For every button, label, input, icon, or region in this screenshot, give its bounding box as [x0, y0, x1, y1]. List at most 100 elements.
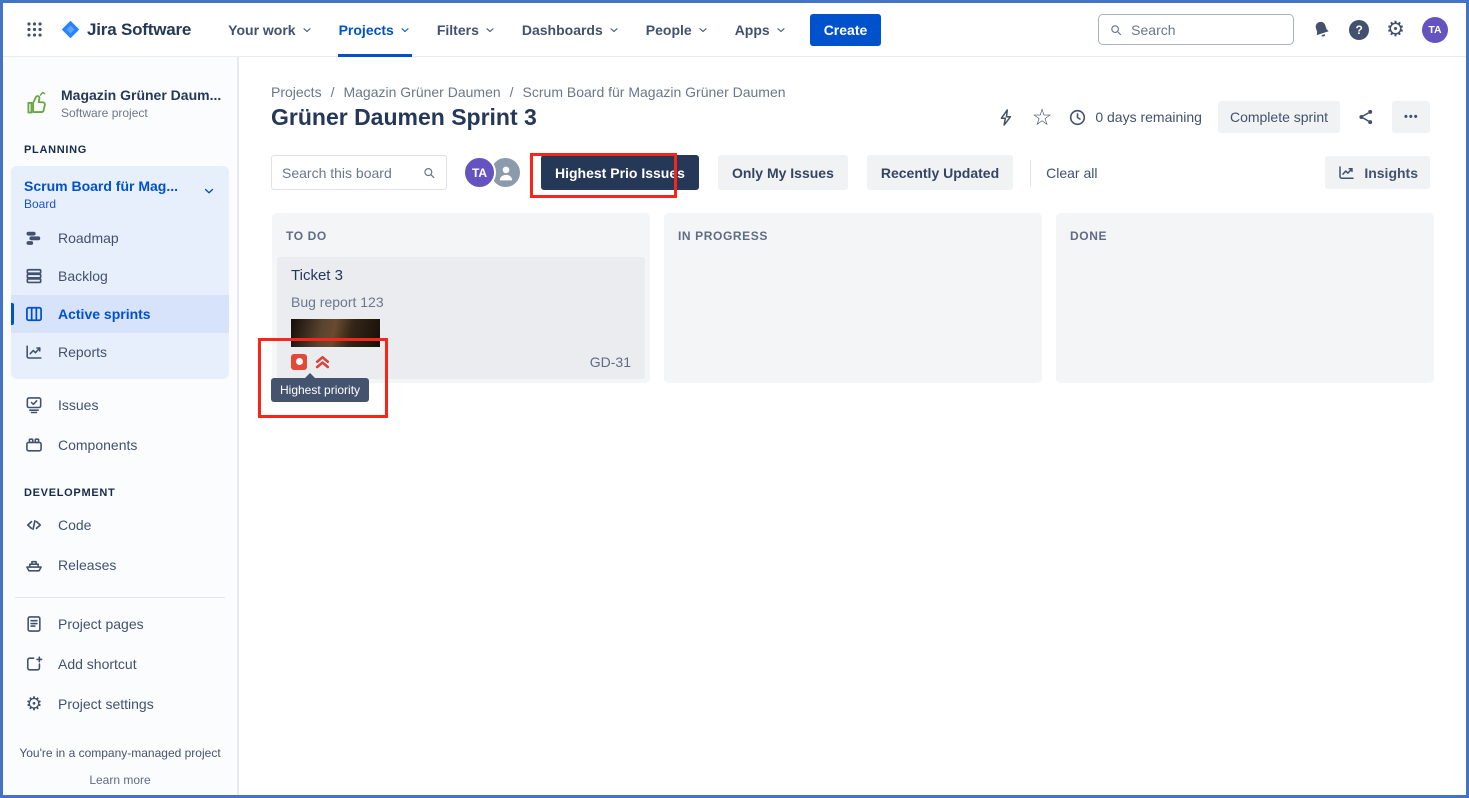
card-footer: GD-31 — [291, 353, 631, 370]
global-search-input[interactable] — [1131, 22, 1283, 38]
sidebar-item-project-pages[interactable]: Project pages — [11, 604, 229, 644]
board-columns-icon — [24, 304, 44, 324]
column-header: TO DO — [276, 217, 646, 253]
share-icon[interactable] — [1356, 107, 1376, 127]
sidebar-item-releases[interactable]: Releases — [11, 545, 229, 585]
chevron-down-icon — [484, 24, 496, 36]
column-done: DONE — [1056, 213, 1434, 383]
assignee-avatar-ta[interactable]: TA — [463, 156, 496, 189]
issue-key: GD-31 — [590, 354, 631, 370]
breadcrumb-projects[interactable]: Projects — [271, 84, 322, 100]
planning-section-label: PLANNING — [3, 144, 237, 156]
sidebar-item-label: Components — [58, 437, 137, 453]
chevron-down-icon — [301, 24, 313, 36]
chevron-down-icon — [608, 24, 620, 36]
more-actions-button[interactable]: ••• — [1392, 101, 1430, 133]
insights-button[interactable]: Insights — [1325, 156, 1430, 189]
sidebar-item-label: Backlog — [58, 268, 108, 284]
create-button[interactable]: Create — [810, 14, 882, 46]
settings-gear-icon[interactable]: ⚙ — [1386, 19, 1405, 40]
quick-filter-only-my-issues[interactable]: Only My Issues — [718, 155, 848, 190]
sidebar-item-components[interactable]: Components — [11, 425, 229, 465]
complete-sprint-button[interactable]: Complete sprint — [1218, 101, 1340, 133]
planning-group: Scrum Board für Mag... Board Roadmap Bac… — [11, 166, 229, 379]
search-icon — [422, 165, 437, 181]
nav-projects[interactable]: Projects — [326, 3, 424, 57]
sidebar-item-backlog[interactable]: Backlog — [11, 257, 229, 295]
board-selector-title: Scrum Board für Mag... — [24, 178, 178, 194]
backlog-icon — [24, 266, 44, 286]
highest-priority-icon[interactable] — [314, 353, 331, 370]
pages-doc-icon — [24, 614, 44, 634]
learn-more-link[interactable]: Learn more — [89, 773, 150, 787]
notifications-bell-icon[interactable] — [1311, 19, 1332, 40]
managed-project-note: You're in a company-managed project — [19, 746, 220, 760]
bug-dot — [296, 358, 303, 365]
card-attachment-thumbnail — [291, 319, 380, 347]
issue-card[interactable]: Ticket 3 Bug report 123 GD-31 — [277, 257, 645, 379]
development-section-label: DEVELOPMENT — [3, 487, 237, 499]
breadcrumb-board-name[interactable]: Scrum Board für Magazin Grüner Daumen — [523, 84, 786, 100]
quick-filter-recently-updated[interactable]: Recently Updated — [867, 155, 1013, 190]
sidebar-footer: You're in a company-managed project Lear… — [3, 746, 237, 787]
automation-lightning-icon[interactable] — [997, 108, 1016, 127]
breadcrumb-project-name[interactable]: Magazin Grüner Daumen — [343, 84, 500, 100]
sidebar-divider — [15, 597, 225, 598]
sidebar-item-active-sprints[interactable]: Active sprints — [11, 295, 229, 333]
nav-dashboards[interactable]: Dashboards — [509, 3, 633, 57]
jira-window: Jira Software Your work Projects Filters… — [0, 0, 1469, 798]
sidebar-item-project-settings[interactable]: ⚙ Project settings — [11, 684, 229, 724]
nav-apps[interactable]: Apps — [722, 3, 800, 57]
sidebar-item-label: Project settings — [58, 696, 154, 712]
chevron-down-icon[interactable] — [202, 184, 216, 198]
column-todo: TO DO Ticket 3 Bug report 123 GD-31 — [272, 213, 650, 383]
quick-filter-highest-prio[interactable]: Highest Prio Issues — [541, 155, 699, 190]
column-in-progress: IN PROGRESS — [664, 213, 1042, 383]
nav-your-work[interactable]: Your work — [215, 3, 325, 57]
filter-bar: TA Highest Prio Issues Only My Issues Re… — [271, 155, 1430, 190]
assignee-avatars: TA — [463, 156, 522, 189]
board-main: Projects / Magazin Grüner Daumen / Scrum… — [239, 57, 1466, 795]
sidebar-item-add-shortcut[interactable]: Add shortcut — [11, 644, 229, 684]
code-icon — [24, 515, 44, 535]
jira-diamond-icon — [60, 19, 81, 40]
issues-icon — [24, 395, 44, 415]
bug-type-icon[interactable] — [291, 354, 307, 370]
board-search-input[interactable] — [282, 165, 422, 181]
chevron-down-icon — [775, 24, 787, 36]
sidebar-item-reports[interactable]: Reports — [11, 333, 229, 371]
project-header: Magazin Grüner Daum... Software project — [3, 87, 237, 120]
user-avatar[interactable]: TA — [1422, 17, 1448, 43]
sidebar-item-issues[interactable]: Issues — [11, 385, 229, 425]
issues-group: Issues Components — [11, 385, 229, 465]
nav-people[interactable]: People — [633, 3, 722, 57]
column-header: DONE — [1060, 217, 1430, 253]
sprint-board: TO DO Ticket 3 Bug report 123 GD-31 IN P… — [272, 213, 1434, 383]
card-subtitle: Bug report 123 — [291, 294, 631, 310]
jira-logo[interactable]: Jira Software — [60, 19, 191, 40]
star-icon[interactable]: ☆ — [1032, 106, 1053, 129]
help-icon[interactable]: ? — [1349, 20, 1369, 40]
board-selector[interactable]: Scrum Board für Mag... Board — [11, 176, 229, 219]
sidebar-item-code[interactable]: Code — [11, 505, 229, 545]
sidebar-item-label: Roadmap — [58, 230, 119, 246]
project-name: Magazin Grüner Daum... — [61, 87, 221, 103]
breadcrumb: Projects / Magazin Grüner Daumen / Scrum… — [271, 84, 786, 100]
sidebar-item-label: Reports — [58, 344, 107, 360]
sprint-days-remaining: 0 days remaining — [1068, 108, 1202, 127]
insights-chart-icon — [1337, 163, 1356, 182]
board-search[interactable] — [271, 155, 447, 190]
global-search[interactable] — [1098, 14, 1294, 45]
reports-chart-icon — [24, 342, 44, 362]
days-remaining-text: 0 days remaining — [1095, 109, 1202, 125]
clear-all-filters[interactable]: Clear all — [1046, 165, 1097, 181]
search-icon — [1109, 22, 1123, 38]
releases-ship-icon — [24, 555, 44, 575]
sidebar-item-label: Project pages — [58, 616, 144, 632]
sidebar-item-roadmap[interactable]: Roadmap — [11, 219, 229, 257]
app-switcher-icon[interactable] — [25, 20, 44, 39]
nav-filters[interactable]: Filters — [424, 3, 509, 57]
components-icon — [24, 435, 44, 455]
development-group: Code Releases — [11, 505, 229, 585]
chevron-down-icon — [697, 24, 709, 36]
